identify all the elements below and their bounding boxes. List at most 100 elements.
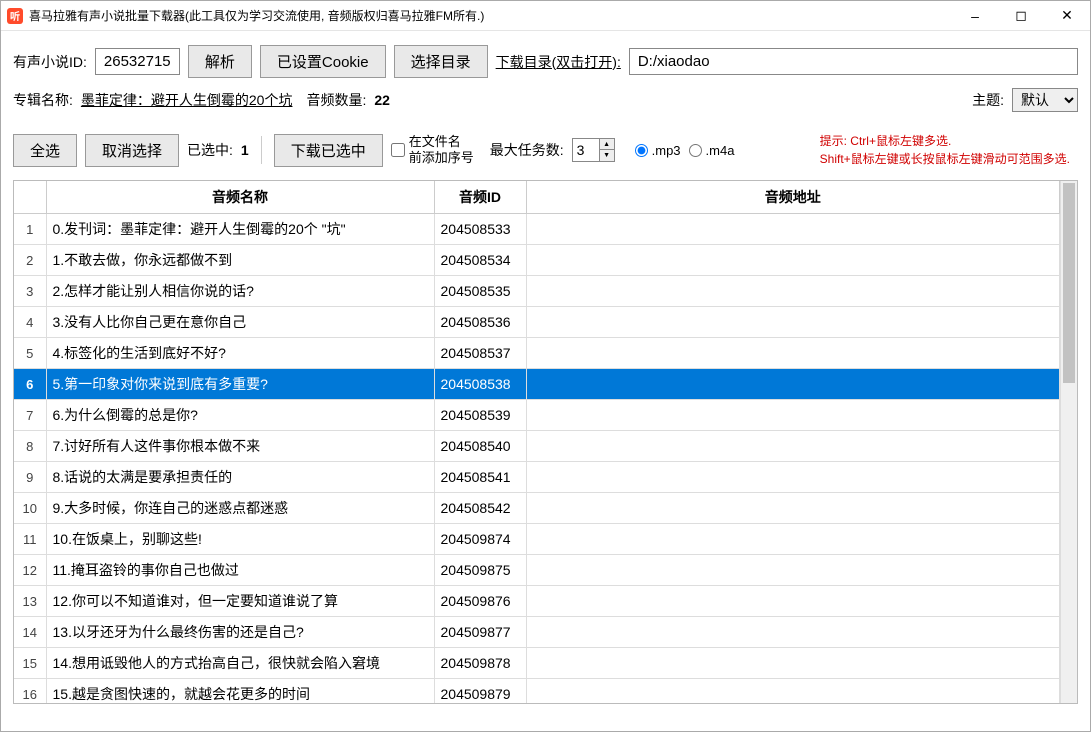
download-dir-input[interactable] (629, 48, 1078, 75)
table-row[interactable]: 32.怎样才能让别人相信你说的话?204508535 (14, 276, 1060, 307)
cell-url[interactable] (526, 214, 1060, 245)
format-m4a-radio[interactable]: .m4a (689, 143, 735, 158)
cell-url[interactable] (526, 338, 1060, 369)
cell-url[interactable] (526, 586, 1060, 617)
cell-id[interactable]: 204508536 (434, 307, 526, 338)
album-name-value[interactable]: 墨菲定律：避开人生倒霉的20个坑 (81, 90, 293, 110)
choose-dir-button[interactable]: 选择目录 (394, 45, 488, 78)
cell-url[interactable] (526, 493, 1060, 524)
cell-url[interactable] (526, 524, 1060, 555)
cell-url[interactable] (526, 462, 1060, 493)
spinner-up-icon[interactable]: ▲ (600, 139, 614, 150)
cell-url[interactable] (526, 245, 1060, 276)
cell-url[interactable] (526, 617, 1060, 648)
scrollbar-thumb[interactable] (1063, 183, 1075, 383)
table-row[interactable]: 1211.掩耳盗铃的事你自己也做过204509875 (14, 555, 1060, 586)
cell-id[interactable]: 204508537 (434, 338, 526, 369)
cell-id[interactable]: 204508535 (434, 276, 526, 307)
max-tasks-input[interactable] (572, 138, 600, 162)
cell-url[interactable] (526, 648, 1060, 679)
cell-name[interactable]: 14.想用诋毁他人的方式抬高自己，很快就会陷入窘境 (46, 648, 434, 679)
close-button[interactable]: ✕ (1044, 1, 1090, 31)
spinner-down-icon[interactable]: ▼ (600, 150, 614, 161)
cell-id[interactable]: 204508533 (434, 214, 526, 245)
cell-name[interactable]: 7.讨好所有人这件事你根本做不来 (46, 431, 434, 462)
cell-id[interactable]: 204508540 (434, 431, 526, 462)
cell-id[interactable]: 204509879 (434, 679, 526, 704)
table-row[interactable]: 109.大多时候，你连自己的迷惑点都迷惑204508542 (14, 493, 1060, 524)
prefix-checkbox-wrap[interactable]: 在文件名 前添加序号 (391, 134, 474, 165)
table-row[interactable]: 76.为什么倒霉的总是你?204508539 (14, 400, 1060, 431)
cell-name[interactable]: 13.以牙还牙为什么最终伤害的还是自己? (46, 617, 434, 648)
cell-id[interactable]: 204508539 (434, 400, 526, 431)
cell-id[interactable]: 204508538 (434, 369, 526, 400)
cell-name[interactable]: 3.没有人比你自己更在意你自己 (46, 307, 434, 338)
cell-name[interactable]: 9.大多时候，你连自己的迷惑点都迷惑 (46, 493, 434, 524)
novel-id-input[interactable] (95, 48, 180, 75)
cell-name[interactable]: 8.话说的太满是要承担责任的 (46, 462, 434, 493)
row-number: 12 (14, 555, 46, 586)
col-name[interactable]: 音频名称 (46, 181, 434, 214)
col-id[interactable]: 音频ID (434, 181, 526, 214)
select-all-button[interactable]: 全选 (13, 134, 77, 167)
cell-url[interactable] (526, 276, 1060, 307)
table-row[interactable]: 98.话说的太满是要承担责任的204508541 (14, 462, 1060, 493)
cell-name[interactable]: 10.在饭桌上，别聊这些! (46, 524, 434, 555)
cell-name[interactable]: 15.越是贪图快速的，就越会花更多的时间 (46, 679, 434, 704)
table-row[interactable]: 21.不敢去做，你永远都做不到204508534 (14, 245, 1060, 276)
parse-button[interactable]: 解析 (188, 45, 252, 78)
table-row[interactable]: 65.第一印象对你来说到底有多重要?204508538 (14, 369, 1060, 400)
col-url[interactable]: 音频地址 (526, 181, 1060, 214)
download-selected-button[interactable]: 下载已选中 (274, 134, 383, 167)
cell-url[interactable] (526, 400, 1060, 431)
audio-table[interactable]: 音频名称 音频ID 音频地址 10.发刊词：墨菲定律：避开人生倒霉的20个 "坑… (14, 181, 1060, 703)
cell-name[interactable]: 11.掩耳盗铃的事你自己也做过 (46, 555, 434, 586)
cell-url[interactable] (526, 679, 1060, 704)
cell-id[interactable]: 204509874 (434, 524, 526, 555)
minimize-button[interactable]: ‒ (952, 1, 998, 31)
download-dir-label[interactable]: 下载目录(双击打开): (496, 52, 621, 72)
m4a-radio[interactable] (689, 144, 702, 157)
table-row[interactable]: 43.没有人比你自己更在意你自己204508536 (14, 307, 1060, 338)
cell-id[interactable]: 204509877 (434, 617, 526, 648)
cell-name[interactable]: 1.不敢去做，你永远都做不到 (46, 245, 434, 276)
cell-name[interactable]: 0.发刊词：墨菲定律：避开人生倒霉的20个 "坑" (46, 214, 434, 245)
prefix-checkbox[interactable] (391, 143, 405, 157)
col-rownum[interactable] (14, 181, 46, 214)
cell-name[interactable]: 6.为什么倒霉的总是你? (46, 400, 434, 431)
divider (261, 136, 262, 164)
cookie-button[interactable]: 已设置Cookie (260, 45, 386, 78)
mp3-radio[interactable] (635, 144, 648, 157)
table-row[interactable]: 1110.在饭桌上，别聊这些!204509874 (14, 524, 1060, 555)
table-row[interactable]: 10.发刊词：墨菲定律：避开人生倒霉的20个 "坑"204508533 (14, 214, 1060, 245)
cell-url[interactable] (526, 307, 1060, 338)
table-row[interactable]: 1615.越是贪图快速的，就越会花更多的时间204509879 (14, 679, 1060, 704)
max-tasks-spinner[interactable]: ▲ ▼ (572, 138, 615, 162)
deselect-button[interactable]: 取消选择 (85, 134, 179, 167)
vertical-scrollbar[interactable] (1060, 181, 1077, 703)
cell-id[interactable]: 204508541 (434, 462, 526, 493)
table-row[interactable]: 54.标签化的生活到底好不好?204508537 (14, 338, 1060, 369)
table-row[interactable]: 1413.以牙还牙为什么最终伤害的还是自己?204509877 (14, 617, 1060, 648)
cell-url[interactable] (526, 369, 1060, 400)
table-row[interactable]: 1514.想用诋毁他人的方式抬高自己，很快就会陷入窘境204509878 (14, 648, 1060, 679)
cell-id[interactable]: 204509876 (434, 586, 526, 617)
cell-name[interactable]: 4.标签化的生活到底好不好? (46, 338, 434, 369)
cell-name[interactable]: 5.第一印象对你来说到底有多重要? (46, 369, 434, 400)
format-mp3-radio[interactable]: .mp3 (635, 143, 681, 158)
cell-id[interactable]: 204508542 (434, 493, 526, 524)
cell-url[interactable] (526, 431, 1060, 462)
app-icon: 听 (7, 8, 23, 24)
row-number: 5 (14, 338, 46, 369)
table-row[interactable]: 87.讨好所有人这件事你根本做不来204508540 (14, 431, 1060, 462)
cell-id[interactable]: 204508534 (434, 245, 526, 276)
cell-name[interactable]: 2.怎样才能让别人相信你说的话? (46, 276, 434, 307)
cell-id[interactable]: 204509875 (434, 555, 526, 586)
cell-name[interactable]: 12.你可以不知道谁对，但一定要知道谁说了算 (46, 586, 434, 617)
audio-table-scroll[interactable]: 音频名称 音频ID 音频地址 10.发刊词：墨菲定律：避开人生倒霉的20个 "坑… (14, 181, 1060, 703)
cell-id[interactable]: 204509878 (434, 648, 526, 679)
maximize-button[interactable]: ◻ (998, 1, 1044, 31)
cell-url[interactable] (526, 555, 1060, 586)
theme-select[interactable]: 默认 (1012, 88, 1078, 112)
table-row[interactable]: 1312.你可以不知道谁对，但一定要知道谁说了算204509876 (14, 586, 1060, 617)
